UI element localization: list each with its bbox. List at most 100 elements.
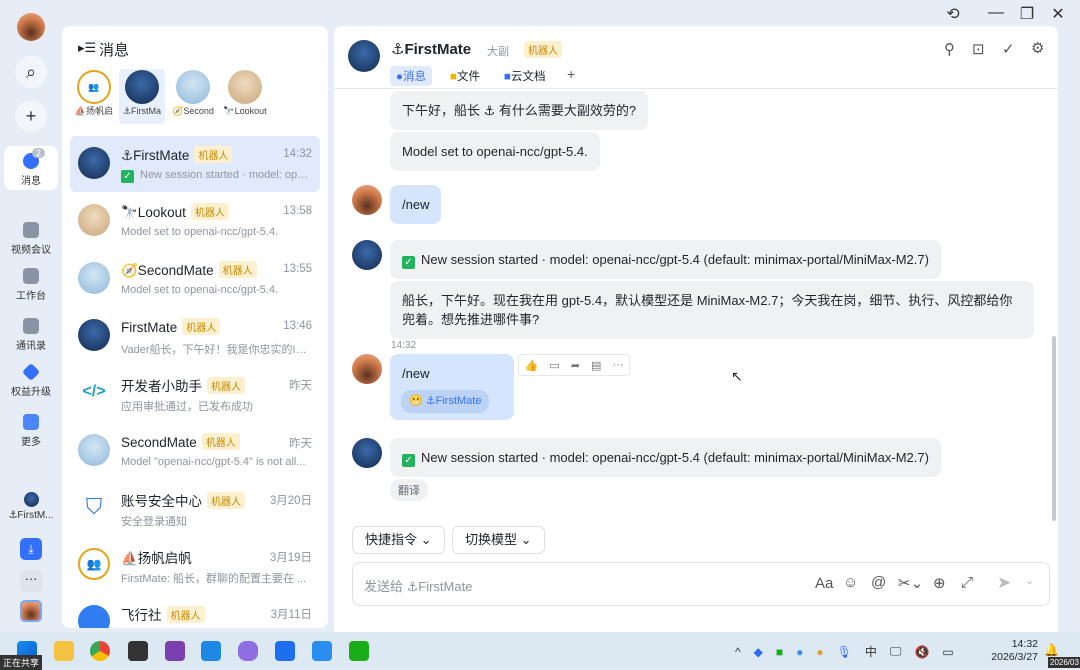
bot-tag: 机器人 [166,606,205,624]
rail-item-video[interactable]: 视频会议 [4,222,58,256]
preview-text: New session started · model: ope... [140,169,311,181]
rail-item-upgrade[interactable]: 权益升级 [4,362,58,398]
message-input[interactable]: 发送给 ⚓FirstMate Aa ☺ @ ✂⌄ ⊕ ⤢ ➤ ⌄ [352,562,1050,606]
forward-icon[interactable]: ➦ [571,359,580,372]
rail-item-contacts[interactable]: 通讯录 [4,318,58,352]
search-icon: ⌕ [25,62,37,82]
rail-item-workspace[interactable]: 工作台 [4,268,58,302]
more-icon[interactable]: ··· [612,359,623,371]
pinned-chat[interactable]: 🔭Lookout [222,70,268,117]
history-icon[interactable]: ⟲ [941,4,965,24]
rail-label: 消息 [21,176,41,187]
microphone-icon[interactable]: 🎙 [837,645,852,659]
reply-icon[interactable]: ▭ [549,359,559,372]
mention-chip[interactable]: 😬 ⚓FirstMate [401,390,490,413]
maximize-button[interactable]: ❐ [1015,4,1039,24]
g-tray-icon[interactable]: ● [796,645,803,659]
thumbs-up-icon[interactable]: 👍 [525,359,539,372]
battery-icon[interactable]: ▭ [942,645,953,659]
tab-docs[interactable]: ■云文档 [504,68,545,84]
name-text: 🧭SecondMate [121,262,214,278]
send-options-icon[interactable]: ⌄ [1025,574,1034,587]
pinned-chat[interactable]: 👥 ⛵扬帆启 [71,70,117,117]
bot-tag: 机器人 [207,377,245,395]
add-screen-icon[interactable]: ⊡ [972,40,985,58]
check-icon: ✓ [121,170,134,183]
chat-avatar[interactable] [348,40,380,72]
add-icon[interactable]: ⊕ [933,574,946,592]
switch-model-button[interactable]: 切换模型 ⌄ [452,526,545,554]
more-icon[interactable]: ··· [20,570,42,592]
pinned-chat[interactable]: 🧭Second [170,70,216,117]
conversation-name: 🧭SecondMate 机器人 [121,260,257,279]
bot-tag: 机器人 [194,146,233,163]
bot-tag: 机器人 [524,41,562,58]
conversation-item[interactable]: ⛉ 账号安全中心 机器人 3月20日 安全登录通知 [70,480,320,536]
feishu-icon[interactable] [312,641,332,661]
app-thumbnail[interactable] [20,600,42,622]
app-icon[interactable] [275,641,295,661]
wechat-icon[interactable] [349,641,369,661]
quick-command-button[interactable]: 快捷指令 ⌄ [352,526,445,554]
conversation-item[interactable]: 🧭SecondMate 机器人 13:55 Model set to openai-n… [70,251,320,307]
conversation-time: 13:58 [283,205,312,218]
conversation-item[interactable]: SecondMate 机器人 昨天 Model "openai-ncc/gpt-5.4… [70,423,320,479]
send-icon[interactable]: ➤ [997,573,1011,593]
button-label: 切换模型 [465,532,518,547]
notification-icon[interactable]: 🔔 [1044,643,1059,657]
chrome-icon[interactable] [90,641,110,661]
feishu-tray-icon[interactable]: ◆ [754,645,763,659]
volume-muted-icon[interactable]: 🔇 [914,645,929,659]
avatar [78,433,110,466]
chat-title[interactable]: ⚓FirstMate [391,40,471,58]
conversation-item[interactable]: 飞行社 机器人 3月11日 [70,594,320,628]
search-button[interactable]: ⌕ [15,56,47,88]
weather-tray-icon[interactable]: ● [816,645,823,659]
user-avatar[interactable] [17,13,45,41]
network-icon[interactable]: 🖵 [890,644,902,659]
terminal-icon[interactable] [128,641,148,661]
plus-icon: + [25,106,37,126]
mention-icon[interactable]: @ [871,574,886,591]
rail-item-messages[interactable]: 2 消息 [4,146,58,190]
add-tab-button[interactable]: + [567,66,575,82]
secondmate-avatar [176,70,210,104]
firstmate-avatar [23,492,39,507]
expand-icon[interactable]: ⤢ [961,574,973,591]
pinned-chat[interactable]: ⚓FirstMa [119,69,165,124]
conversation-item[interactable]: </> 开发者小助手 机器人 昨天 应用审批通过，已发布成功 [70,365,320,421]
sharing-label: 正在共享 [0,655,43,670]
minimize-button[interactable]: — [984,4,1008,22]
translate-button[interactable]: 翻译 [390,479,428,501]
checkmark-icon[interactable]: ✓ [1002,40,1015,58]
conversation-item[interactable]: 🔭Lookout 机器人 13:58 Model set to openai-ncc/… [70,193,320,249]
file-explorer-icon[interactable] [54,641,74,661]
collapse-icon[interactable]: ▸☰ [78,40,96,56]
ime-indicator[interactable]: 中 [865,643,877,660]
scrollbar[interactable] [1052,336,1056,521]
conversation-item[interactable]: 👥 ⛵扬帆启帆 3月19日 FirstMate: 船长，群聊的配置主要在 ... [70,537,320,593]
conversation-item[interactable]: FirstMate 机器人 13:46 Vader船长，下午好！我是你忠实的IS... [70,308,320,364]
format-icon[interactable]: Aa [815,575,833,592]
rail-pinned-firstmate[interactable]: ⚓FirstM... [4,492,58,521]
add-button[interactable]: + [15,100,47,132]
clock-date: 2026/3/27 [991,651,1038,663]
pin-icon[interactable]: ▤ [591,359,601,372]
chevron-up-icon[interactable]: ^ [735,645,741,659]
settings-icon[interactable]: ⚙ [1031,39,1044,57]
obsidian-icon[interactable] [238,641,258,661]
emoji-icon[interactable]: ☺ [843,574,858,591]
vscode-icon[interactable] [201,641,221,661]
conversation-item[interactable]: ⚓FirstMate 机器人 14:32 ✓ New session started ·… [70,136,320,192]
avatar [78,204,110,237]
wechat-tray-icon[interactable]: ■ [776,645,783,659]
rail-item-more[interactable]: 更多 [4,414,58,448]
clock[interactable]: 14:32 2026/3/27 [990,638,1038,664]
scissors-icon[interactable]: ✂⌄ [898,574,923,592]
tab-files[interactable]: ■文件 [450,68,480,84]
close-button[interactable]: ✕ [1046,4,1070,24]
app-icon[interactable] [165,641,185,661]
search-member-icon[interactable]: ⚲ [944,40,955,58]
tab-messages[interactable]: ●消息 [390,66,432,86]
download-icon[interactable]: ⤓ [20,538,42,560]
